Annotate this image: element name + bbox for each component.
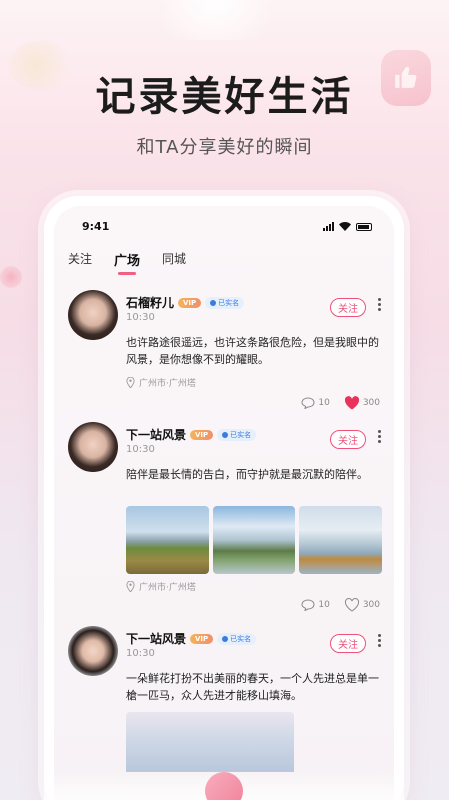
verified-icon: [210, 299, 217, 306]
post-text: 也许路途很遥远，也许这条路很危险，但是我眼中的风景，是你想像不到的耀眼。: [126, 336, 379, 366]
post-card: 石榴籽儿 VIP 已实名 10:30 关注 也许路途很遥远，也许这条路很危险，但…: [68, 290, 384, 420]
status-icons: [323, 222, 372, 231]
verified-badge: 已实名: [217, 632, 257, 645]
post-location: 广州市·广州塔: [126, 580, 196, 593]
user-name[interactable]: 石榴籽儿: [126, 294, 174, 311]
like-button[interactable]: 300: [344, 396, 380, 410]
location-label: 广州市·广州塔: [139, 379, 196, 389]
comment-icon: [301, 599, 315, 611]
status-time: 9:41: [82, 220, 110, 233]
post-header: 下一站风景 VIP 已实名: [126, 630, 257, 647]
more-options-icon[interactable]: [378, 430, 382, 443]
post-photo[interactable]: [126, 506, 209, 574]
top-highlight: [140, 0, 290, 40]
like-count: 300: [362, 600, 380, 610]
verified-icon: [222, 635, 229, 642]
post-location: 广州市·广州塔: [126, 376, 196, 389]
heart-outline-icon: [344, 598, 359, 612]
phone-screen: 9:41 关注 广场 同城 石榴籽儿 VIP 已实名 10:30 关注 也许路途…: [54, 206, 394, 800]
like-count: 300: [362, 398, 380, 408]
location-pin-icon: [126, 581, 135, 592]
post-stats: 10 300: [301, 598, 380, 612]
post-stats: 10 300: [301, 396, 380, 410]
user-name[interactable]: 下一站风景: [126, 426, 186, 443]
post-card: 下一站风景 VIP 已实名 10:30 关注 陪伴是最长情的告白，而守护就是最沉…: [68, 422, 384, 620]
tab-nearby[interactable]: 同城: [162, 250, 186, 269]
follow-button[interactable]: 关注: [330, 634, 366, 653]
vip-badge: VIP: [190, 429, 214, 440]
follow-button[interactable]: 关注: [330, 298, 366, 317]
verified-icon: [222, 431, 229, 438]
follow-button[interactable]: 关注: [330, 430, 366, 449]
comment-button[interactable]: 10: [301, 599, 330, 611]
post-time: 10:30: [126, 312, 155, 323]
vip-badge: VIP: [178, 297, 202, 308]
verified-label: 已实名: [230, 634, 252, 643]
post-text: 陪伴是最长情的告白，而守护就是最沉默的陪伴。: [126, 468, 368, 481]
tab-following[interactable]: 关注: [68, 250, 92, 269]
verified-badge: 已实名: [205, 296, 245, 309]
comment-count: 10: [318, 600, 330, 610]
location-label: 广州市·广州塔: [139, 583, 196, 593]
feed-tabs: 关注 广场 同城: [68, 250, 186, 269]
comment-icon: [301, 397, 315, 409]
verified-label: 已实名: [218, 298, 240, 307]
post-text: 一朵鲜花打扮不出美丽的春天，一个人先进总是单一槍一匹马，众人先进才能移山填海。: [126, 672, 379, 702]
battery-icon: [356, 222, 372, 231]
post-photos: [126, 506, 383, 574]
more-options-icon[interactable]: [378, 298, 382, 311]
wifi-icon: [339, 222, 351, 231]
post-time: 10:30: [126, 444, 155, 455]
comment-count: 10: [318, 398, 330, 408]
tab-square[interactable]: 广场: [114, 250, 140, 269]
promo-headline: 记录美好生活: [95, 74, 354, 120]
post-header: 下一站风景 VIP 已实名: [126, 426, 257, 443]
comment-button[interactable]: 10: [301, 397, 330, 409]
decorative-dot: [0, 266, 22, 288]
heart-filled-icon: [344, 396, 359, 410]
signal-icon: [323, 222, 334, 231]
post-photo[interactable]: [212, 506, 296, 574]
status-bar: 9:41: [54, 220, 394, 236]
promo-subline: 和TA分享美好的瞬间: [136, 137, 313, 158]
verified-label: 已实名: [230, 430, 252, 439]
avatar[interactable]: [68, 626, 118, 676]
verified-badge: 已实名: [217, 428, 257, 441]
post-photo[interactable]: [299, 506, 383, 574]
post-header: 石榴籽儿 VIP 已实名: [126, 294, 245, 311]
user-name[interactable]: 下一站风景: [126, 630, 186, 647]
post-photos: [126, 712, 294, 772]
post-time: 10:30: [126, 648, 155, 659]
phone-mockup: 9:41 关注 广场 同城 石榴籽儿 VIP 已实名 10:30 关注 也许路途…: [44, 196, 404, 800]
avatar[interactable]: [68, 422, 118, 472]
more-options-icon[interactable]: [378, 634, 382, 647]
vip-badge: VIP: [190, 633, 214, 644]
post-photo[interactable]: [126, 712, 294, 772]
location-pin-icon: [126, 377, 135, 388]
avatar[interactable]: [68, 290, 118, 340]
like-button[interactable]: 300: [344, 598, 380, 612]
